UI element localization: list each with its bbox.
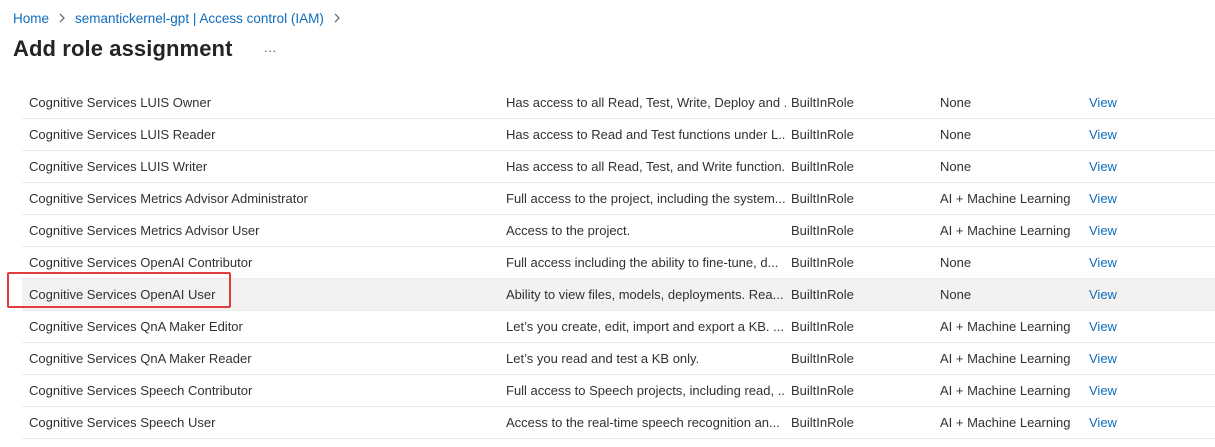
role-name: Cognitive Services OpenAI User	[29, 287, 216, 302]
role-type: BuiltInRole	[791, 127, 854, 142]
role-description: Let’s you read and test a KB only.	[506, 351, 700, 366]
role-row[interactable]: Cognitive Services Speech Contributor Ful…	[22, 375, 1215, 407]
role-description: Has access to all Read, Test, Write, Dep…	[506, 95, 786, 110]
role-row[interactable]: Cognitive Services QnA Maker Reader Let’s…	[22, 343, 1215, 375]
role-name: Cognitive Services Speech User	[29, 415, 216, 430]
role-row[interactable]: Cognitive Services Metrics Advisor User A…	[22, 215, 1215, 247]
breadcrumb-iam[interactable]: semantickernel-gpt | Access control (IAM…	[75, 11, 324, 26]
role-name: Cognitive Services OpenAI Contributor	[29, 255, 253, 270]
role-row[interactable]: Cognitive Services LUIS Owner Has access …	[22, 87, 1215, 119]
role-category: AI + Machine Learning	[940, 223, 1071, 238]
role-category: AI + Machine Learning	[940, 383, 1071, 398]
role-category: None	[940, 127, 972, 142]
chevron-right-icon	[58, 13, 66, 23]
view-link[interactable]: View	[1089, 215, 1149, 246]
role-category: None	[940, 95, 972, 110]
breadcrumb: Home semantickernel-gpt | Access control…	[13, 9, 350, 27]
role-name: Cognitive Services Metrics Advisor Admin…	[29, 191, 308, 206]
page-title: Add role assignment	[13, 36, 233, 61]
view-link[interactable]: View	[1089, 279, 1149, 310]
role-category: AI + Machine Learning	[940, 319, 1071, 334]
role-type: BuiltInRole	[791, 415, 854, 430]
view-link[interactable]: View	[1089, 343, 1149, 374]
view-link[interactable]: View	[1089, 375, 1149, 406]
role-row[interactable]: Cognitive Services QnA Maker Editor Let’s…	[22, 311, 1215, 343]
role-row[interactable]: Cognitive Services OpenAI Contributor Ful…	[22, 247, 1215, 279]
role-type: BuiltInRole	[791, 223, 854, 238]
role-description: Full access to Speech projects, includin…	[506, 383, 786, 398]
role-name: Cognitive Services LUIS Writer	[29, 159, 208, 174]
role-category: AI + Machine Learning	[940, 351, 1071, 366]
role-name: Cognitive Services Speech Contributor	[29, 383, 253, 398]
view-link[interactable]: View	[1089, 119, 1149, 150]
chevron-right-icon	[333, 13, 341, 23]
role-type: BuiltInRole	[791, 383, 854, 398]
role-type: BuiltInRole	[791, 351, 854, 366]
role-description: Full access including the ability to fin…	[506, 255, 779, 270]
role-type: BuiltInRole	[791, 159, 854, 174]
role-type: BuiltInRole	[791, 191, 854, 206]
role-description: Has access to Read and Test functions un…	[506, 127, 786, 142]
role-name: Cognitive Services Metrics Advisor User	[29, 223, 260, 238]
role-description: Ability to view files, models, deploymen…	[506, 287, 784, 302]
role-name: Cognitive Services LUIS Reader	[29, 127, 216, 142]
role-row[interactable]: Cognitive Services Metrics Advisor Admin…	[22, 183, 1215, 215]
role-category: AI + Machine Learning	[940, 415, 1071, 430]
role-row[interactable]: Cognitive Services Speech User Access to …	[22, 407, 1215, 439]
role-category: None	[940, 287, 972, 302]
role-type: BuiltInRole	[791, 255, 854, 270]
role-name: Cognitive Services LUIS Owner	[29, 95, 212, 110]
role-description: Access to the project.	[506, 223, 631, 238]
view-link[interactable]: View	[1089, 247, 1149, 278]
role-description: Access to the real-time speech recogniti…	[506, 415, 780, 430]
breadcrumb-home[interactable]: Home	[13, 11, 49, 26]
role-description: Let’s you create, edit, import and expor…	[506, 319, 784, 334]
view-link[interactable]: View	[1089, 311, 1149, 342]
role-description: Has access to all Read, Test, and Write …	[506, 159, 786, 174]
role-name: Cognitive Services QnA Maker Reader	[29, 351, 252, 366]
more-options-button[interactable]: ···	[261, 40, 279, 60]
role-description: Full access to the project, including th…	[506, 191, 786, 206]
role-type: BuiltInRole	[791, 319, 854, 334]
role-type: BuiltInRole	[791, 95, 854, 110]
role-row[interactable]: Cognitive Services LUIS Writer Has access…	[22, 151, 1215, 183]
role-list: Cognitive Services LUIS Owner Has access …	[22, 87, 1215, 439]
role-name: Cognitive Services QnA Maker Editor	[29, 319, 243, 334]
role-category: None	[940, 255, 972, 270]
role-row[interactable]: Cognitive Services OpenAI User Ability to…	[22, 279, 1215, 311]
view-link[interactable]: View	[1089, 407, 1149, 438]
role-type: BuiltInRole	[791, 287, 854, 302]
role-row[interactable]: Cognitive Services LUIS Reader Has access…	[22, 119, 1215, 151]
role-category: None	[940, 159, 972, 174]
role-category: AI + Machine Learning	[940, 191, 1071, 206]
view-link[interactable]: View	[1089, 183, 1149, 214]
view-link[interactable]: View	[1089, 151, 1149, 182]
view-link[interactable]: View	[1089, 87, 1149, 118]
